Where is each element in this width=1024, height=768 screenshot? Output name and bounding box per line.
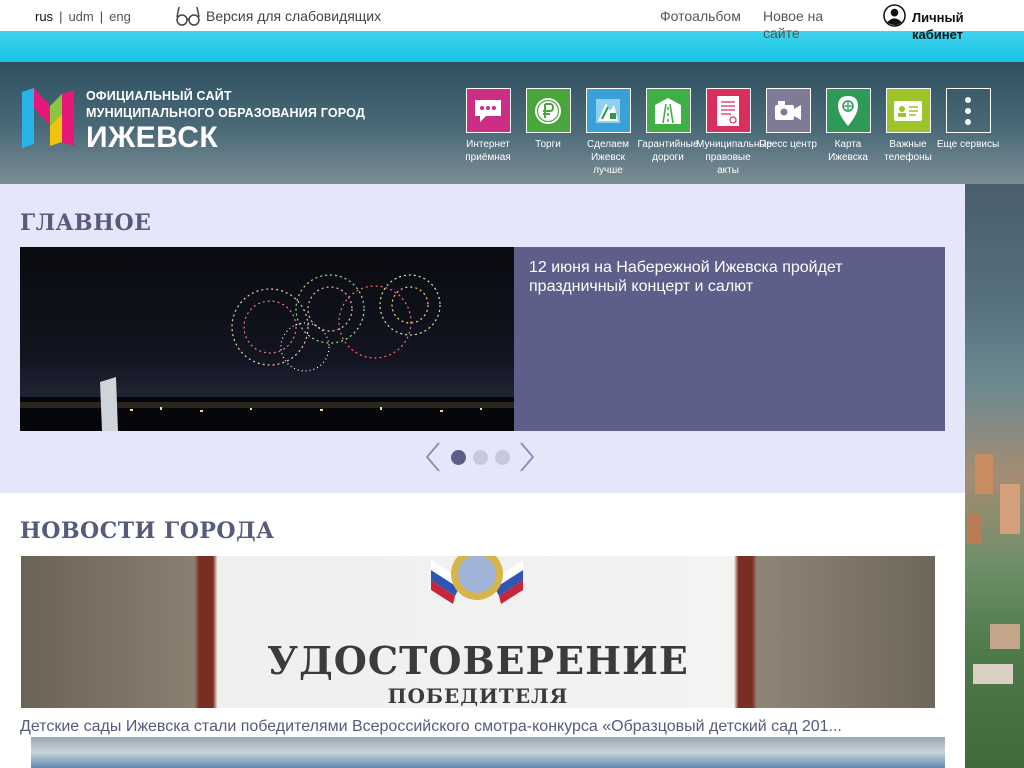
- lang-eng[interactable]: eng: [109, 9, 131, 24]
- lang-separator: |: [99, 9, 104, 24]
- main-slider[interactable]: 12 июня на Набережной Ижевска пройдет пр…: [20, 247, 945, 431]
- service-label: Муниципальные правовые акты: [696, 139, 773, 176]
- building: [975, 454, 993, 494]
- service-guaranteed-roads[interactable]: Гарантийные дороги: [637, 88, 699, 177]
- lang-separator: |: [59, 9, 63, 24]
- city-aerial-photo: [965, 184, 1024, 768]
- ruble-icon: [525, 88, 571, 133]
- izhevsk-logo-icon: [22, 88, 74, 148]
- service-press-center[interactable]: Пресс центр: [758, 88, 818, 177]
- building: [990, 624, 1020, 649]
- news-photo-next[interactable]: [31, 737, 945, 768]
- service-label: Интернет приёмная: [465, 139, 511, 163]
- certificate-title: УДОСТОВЕРЕНИЕ: [267, 638, 689, 683]
- user-icon: [883, 4, 906, 27]
- chevron-left-icon[interactable]: [425, 442, 441, 472]
- service-important-phones[interactable]: Важные телефоны: [878, 88, 938, 177]
- medal-emblem-icon: [431, 556, 523, 604]
- city-news-section: НОВОСТИ ГОРОДА УДОСТОВЕРЕНИЕ ПОБЕДИТЕЛЯ …: [0, 493, 965, 768]
- certificate-subtitle: ПОБЕДИТЕЛЯ: [387, 684, 569, 708]
- fireworks-illustration: [20, 274, 514, 431]
- personal-cabinet-link[interactable]: Личный кабинет: [883, 4, 992, 43]
- main-section: ГЛАВНОЕ 12 июня на Набережной Ижевска пр…: [0, 184, 965, 493]
- language-switcher: rus | udm | eng: [35, 9, 131, 24]
- slider-dot-3[interactable]: [494, 449, 510, 465]
- new-on-site-link[interactable]: Новое на сайте: [763, 8, 843, 42]
- road-icon: [645, 88, 691, 133]
- lang-udm[interactable]: udm: [68, 9, 93, 24]
- glasses-icon: [176, 6, 200, 26]
- low-vision-label: Версия для слабовидящих: [206, 8, 382, 24]
- camera-icon: [765, 88, 811, 133]
- main-section-title: ГЛАВНОЕ: [20, 210, 152, 236]
- low-vision-link[interactable]: Версия для слабовидящих: [176, 5, 381, 27]
- top-bar: rus | udm | eng Версия для слабовидящих …: [0, 0, 1024, 42]
- site-header: Официальный сайт муниципального образова…: [0, 62, 1024, 184]
- service-label: Карта Ижевска: [828, 139, 868, 163]
- service-label: Торги: [535, 139, 561, 150]
- news-item-title[interactable]: Детские сады Ижевска стали победителями …: [20, 718, 842, 736]
- service-internet-reception[interactable]: Интернет приёмная: [458, 88, 518, 177]
- photoalbum-link[interactable]: Фотоальбом: [660, 8, 741, 25]
- fireworks-photo: [20, 247, 514, 431]
- news-photo-certificate[interactable]: УДОСТОВЕРЕНИЕ ПОБЕДИТЕЛЯ: [21, 556, 935, 708]
- service-label: Пресс центр: [759, 139, 817, 150]
- building: [967, 514, 981, 544]
- map-pin-icon: [825, 88, 871, 133]
- document-icon: [705, 88, 751, 133]
- news-section-title: НОВОСТИ ГОРОДА: [20, 518, 275, 544]
- slider-dot-2[interactable]: [472, 449, 488, 465]
- service-label: Важные телефоны: [884, 139, 932, 163]
- chat-icon: [465, 88, 511, 133]
- contact-card-icon: [885, 88, 931, 133]
- slider-pagination: [425, 442, 535, 472]
- cabinet-label: Личный кабинет: [912, 10, 964, 42]
- service-label: Гарантийные дороги: [637, 139, 699, 163]
- service-legal-acts[interactable]: Муниципальные правовые акты: [696, 88, 773, 177]
- logo-line-1: Официальный сайт: [86, 89, 232, 103]
- chevron-right-icon[interactable]: [519, 442, 535, 472]
- building: [1000, 484, 1020, 534]
- lang-rus[interactable]: rus: [35, 9, 53, 24]
- services-menu: Интернет приёмная Торги Сделаем Ижевск л…: [458, 88, 1000, 177]
- service-label: Еще сервисы: [936, 139, 1000, 150]
- service-more[interactable]: Еще сервисы: [936, 88, 1000, 177]
- site-logo[interactable]: Официальный сайт муниципального образова…: [20, 88, 365, 154]
- slide-caption[interactable]: 12 июня на Набережной Ижевска пройдет пр…: [514, 247, 945, 431]
- service-tenders[interactable]: Торги: [518, 88, 578, 177]
- slider-dot-1[interactable]: [450, 449, 466, 465]
- city-improve-icon: [585, 88, 631, 133]
- more-icon: [945, 88, 991, 133]
- service-label: Сделаем Ижевск лучше: [586, 139, 630, 176]
- service-city-map[interactable]: Карта Ижевска: [818, 88, 878, 177]
- building: [973, 664, 1013, 684]
- service-improve-city[interactable]: Сделаем Ижевск лучше: [578, 88, 638, 177]
- logo-city-name: ИЖЕВСК: [86, 121, 219, 154]
- header-sky-background: [0, 31, 1024, 62]
- logo-line-2: муниципального образования город: [86, 106, 366, 120]
